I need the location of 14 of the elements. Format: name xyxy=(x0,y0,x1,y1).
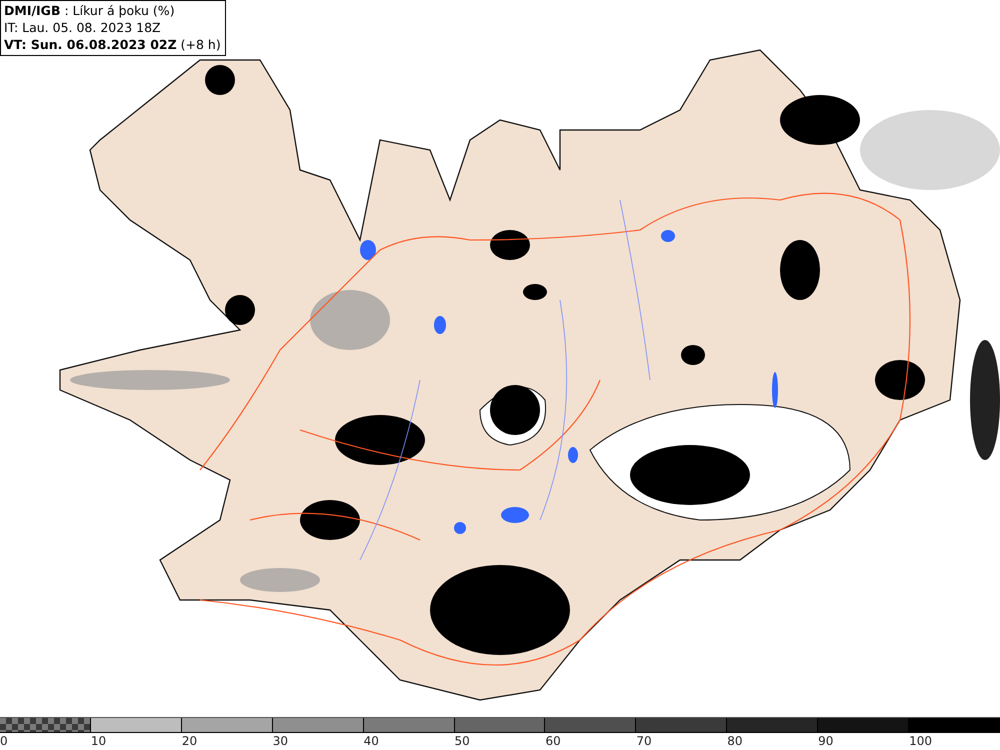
map-title-line: VT: Sun. 06.08.2023 02Z (+8 h) xyxy=(4,36,221,53)
legend-tick-label: 30 xyxy=(272,733,288,749)
legend-tick-label: 40 xyxy=(364,733,379,749)
legend-tick-label: 60 xyxy=(545,733,561,749)
legend-tick-label: 80 xyxy=(727,733,743,749)
legend-tick-label: 50 xyxy=(454,733,470,749)
map-title-line: DMI/IGB : Líkur á þoku (%) xyxy=(4,2,176,19)
map-title-line: IT: Lau. 05. 08. 2023 18Z xyxy=(4,19,162,36)
legend-tick-label: 100 xyxy=(909,733,932,749)
legend-tick-label: 10 xyxy=(90,733,106,749)
legend-tick-label: 90 xyxy=(818,733,834,749)
legend-tick-label: 0 xyxy=(0,733,8,749)
legend-tick-label: 70 xyxy=(636,733,652,749)
legend-tick-label: 20 xyxy=(182,733,198,749)
